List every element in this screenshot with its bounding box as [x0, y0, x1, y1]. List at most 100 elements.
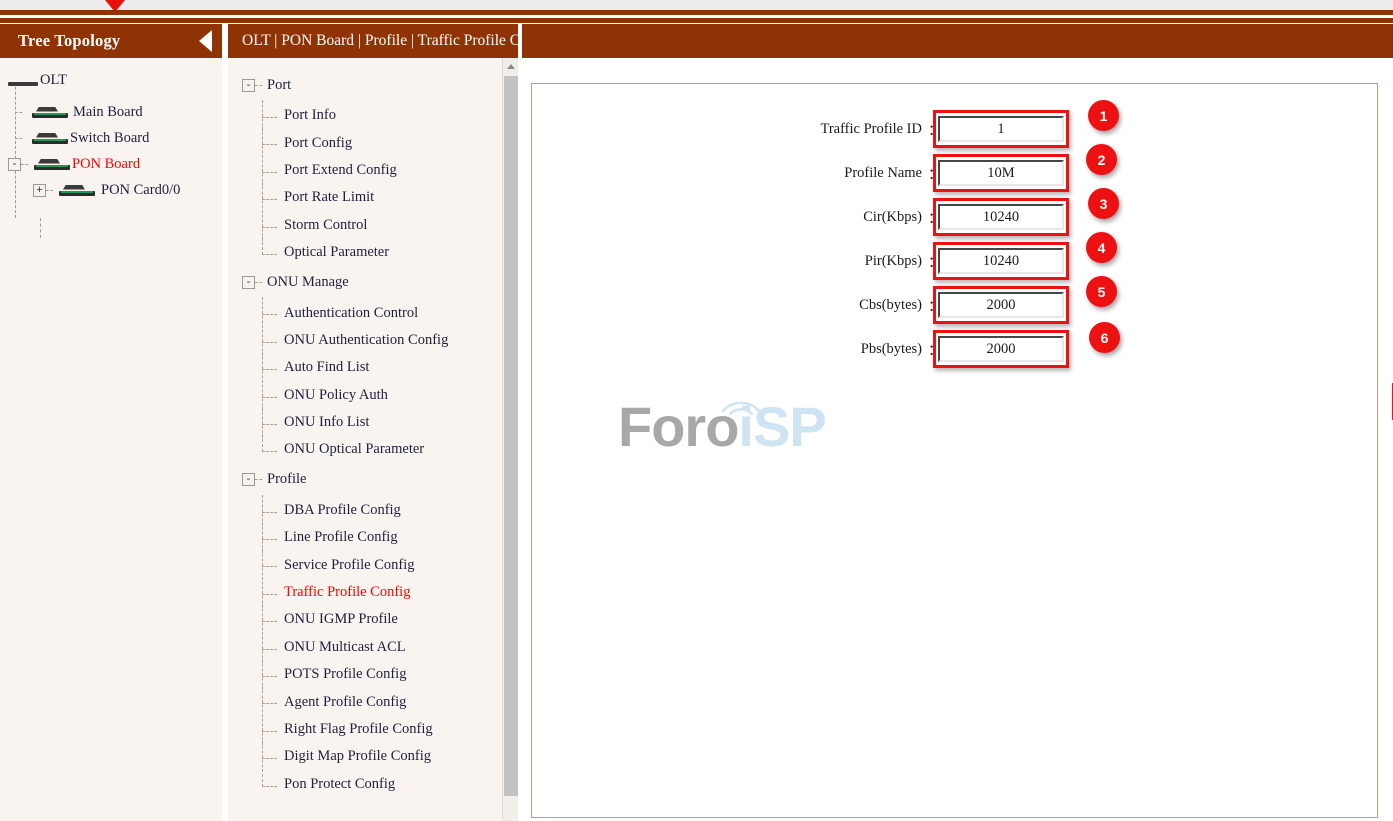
menu-item-line-profile-config[interactable]: Line Profile Config: [242, 524, 518, 551]
menu-item-authentication-control[interactable]: Authentication Control: [242, 299, 518, 326]
tree-node-label: Main Board: [73, 104, 143, 121]
menu-item-port-config[interactable]: Port Config: [242, 129, 518, 156]
menu-header-bar: OLT | PON Board | Profile | Traffic Prof…: [228, 24, 518, 58]
tree-connector: [255, 479, 262, 480]
menu-item-label: POTS Profile Config: [284, 666, 406, 683]
tree-node-pon-board[interactable]: - PON Board: [0, 151, 222, 177]
menu-item-onu-optical-parameter[interactable]: ONU Optical Parameter: [242, 436, 518, 463]
menu-item-port-info[interactable]: Port Info: [242, 102, 518, 129]
menu-item-label: Right Flag Profile Config: [284, 721, 433, 738]
menu-item-onu-info-list[interactable]: ONU Info List: [242, 409, 518, 436]
pir-kbps-input[interactable]: [938, 248, 1064, 274]
tree-topology-title: Tree Topology: [0, 31, 120, 51]
menu-item-right-flag-profile-config[interactable]: Right Flag Profile Config: [242, 716, 518, 743]
scrollbar-up-button[interactable]: [503, 58, 518, 74]
collapse-expander-icon[interactable]: -: [242, 473, 255, 486]
menu-item-label: Port Extend Config: [284, 162, 397, 179]
menu-item-agent-profile-config[interactable]: Agent Profile Config: [242, 688, 518, 715]
field-label: Profile Name: [532, 165, 928, 182]
traffic-profile-form-card: ForoiSP Traffic Profile ID ： 1: [531, 83, 1378, 818]
device-board-icon: [32, 133, 68, 144]
step-badge-1: 1: [1088, 100, 1119, 131]
expand-expander-icon[interactable]: +: [33, 184, 46, 197]
menu-item-digit-map-profile-config[interactable]: Digit Map Profile Config: [242, 743, 518, 770]
scrollbar-thumb[interactable]: [504, 76, 518, 796]
menu-item-label: Optical Parameter: [284, 244, 389, 261]
form-row-cbs: Cbs(bytes) ： 5: [532, 283, 1377, 327]
form-row-cir: Cir(Kbps) ： 3: [532, 195, 1377, 239]
menu-item-label: ONU Multicast ACL: [284, 639, 406, 656]
menu-item-auto-find-list[interactable]: Auto Find List: [242, 354, 518, 381]
menu-item-label: Port Info: [284, 107, 336, 124]
menu-item-label: Authentication Control: [284, 305, 418, 322]
tree-connector: [255, 282, 262, 283]
menu-item-onu-multicast-acl[interactable]: ONU Multicast ACL: [242, 634, 518, 661]
form-button-row: Confirm 7 Cancel: [532, 379, 1393, 423]
traffic-profile-id-input[interactable]: [938, 116, 1064, 142]
page-root: Tree Topology OLT Main Board: [0, 0, 1393, 821]
tree-node-pon-card[interactable]: + PON Card0/0: [0, 177, 222, 203]
menu-item-pon-protect-config[interactable]: Pon Protect Config: [242, 771, 518, 798]
menu-item-port-extend-config[interactable]: Port Extend Config: [242, 157, 518, 184]
menu-group-profile[interactable]: - Profile: [242, 469, 518, 491]
menu-item-optical-parameter[interactable]: Optical Parameter: [242, 239, 518, 266]
menu-item-label: Service Profile Config: [284, 557, 414, 574]
menu-item-onu-policy-auth[interactable]: ONU Policy Auth: [242, 382, 518, 409]
cir-kbps-input[interactable]: [938, 204, 1064, 230]
field-label: Cbs(bytes): [532, 297, 928, 314]
collapse-expander-icon[interactable]: -: [242, 79, 255, 92]
field-colon: ：: [928, 207, 938, 228]
menu-item-onu-authentication-config[interactable]: ONU Authentication Config: [242, 327, 518, 354]
triangle-left-icon[interactable]: [199, 30, 212, 52]
field-label: Traffic Profile ID: [532, 121, 928, 138]
tree-node-label: PON Board: [72, 156, 140, 173]
form-row-pbs: Pbs(bytes) ： 6: [532, 327, 1377, 371]
form-fields: Traffic Profile ID ： 1 Profile Name ： 2: [532, 84, 1377, 423]
tree-topology-panel: Tree Topology OLT Main Board: [0, 24, 222, 821]
menu-item-label: Agent Profile Config: [284, 694, 406, 711]
device-board-icon: [8, 75, 38, 86]
menu-scrollbar[interactable]: [502, 58, 518, 821]
menu-item-port-rate-limit[interactable]: Port Rate Limit: [242, 184, 518, 211]
form-row-traffic-profile-id: Traffic Profile ID ： 1: [532, 107, 1377, 151]
menu-group-onu-manage[interactable]: - ONU Manage: [242, 271, 518, 293]
form-row-profile-name: Profile Name ： 2: [532, 151, 1377, 195]
tree-node-main-board[interactable]: Main Board: [0, 99, 222, 125]
menu-item-dba-profile-config[interactable]: DBA Profile Config: [242, 497, 518, 524]
tree-connector: [21, 164, 28, 165]
cbs-bytes-input[interactable]: [938, 292, 1064, 318]
navigation-menu-panel: OLT | PON Board | Profile | Traffic Prof…: [228, 24, 518, 821]
tree-node-label: PON Card0/0: [101, 182, 180, 199]
menu-item-storm-control[interactable]: Storm Control: [242, 212, 518, 239]
menu-group-label: ONU Manage: [267, 274, 349, 291]
menu-item-label: Port Rate Limit: [284, 189, 374, 206]
tree-node-label: Switch Board: [70, 130, 149, 147]
menu-item-onu-igmp-profile[interactable]: ONU IGMP Profile: [242, 606, 518, 633]
breadcrumb: OLT | PON Board | Profile | Traffic Prof…: [228, 32, 518, 50]
pbs-bytes-input[interactable]: [938, 336, 1064, 362]
menu-item-label: ONU Policy Auth: [284, 387, 388, 404]
menu-item-pots-profile-config[interactable]: POTS Profile Config: [242, 661, 518, 688]
step-badge-3: 3: [1088, 188, 1119, 219]
collapse-expander-icon[interactable]: -: [242, 276, 255, 289]
menu-item-service-profile-config[interactable]: Service Profile Config: [242, 551, 518, 578]
tree-connector: [15, 138, 22, 139]
device-board-icon: [32, 107, 68, 118]
top-divider-bar-2: [0, 18, 1393, 23]
menu-item-label: Auto Find List: [284, 359, 369, 376]
collapse-expander-icon[interactable]: -: [8, 158, 21, 171]
field-label: Pir(Kbps): [532, 253, 928, 270]
profile-name-input[interactable]: [938, 160, 1064, 186]
menu-item-traffic-profile-config[interactable]: Traffic Profile Config: [242, 579, 518, 606]
field-colon: ：: [928, 251, 938, 272]
form-row-pir: Pir(Kbps) ： 4: [532, 239, 1377, 283]
top-strip: [0, 0, 1393, 10]
field-label: Cir(Kbps): [532, 209, 928, 226]
menu-group-port[interactable]: - Port: [242, 74, 518, 96]
tree-node-switch-board[interactable]: Switch Board: [0, 125, 222, 151]
tree-connector: [46, 190, 53, 191]
tree-node-olt[interactable]: OLT: [0, 67, 222, 93]
device-board-icon: [34, 159, 70, 170]
step-badge-2: 2: [1086, 144, 1117, 175]
tree-node-label: OLT: [40, 72, 67, 89]
